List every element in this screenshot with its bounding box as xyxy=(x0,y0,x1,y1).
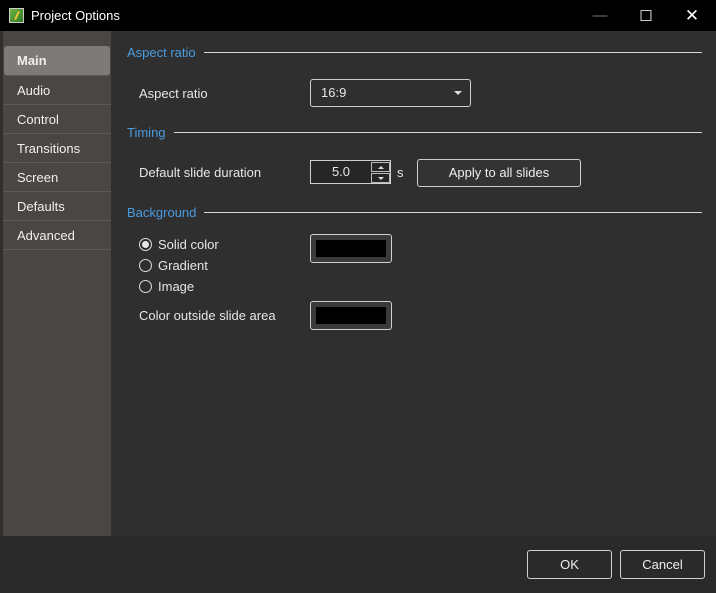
radio-unchecked-icon xyxy=(139,259,152,272)
duration-stepper[interactable]: 5.0 xyxy=(310,160,391,184)
divider xyxy=(204,212,702,213)
sidebar-item-transitions[interactable]: Transitions xyxy=(3,134,111,163)
decrement-button[interactable] xyxy=(371,173,390,183)
radio-label: Solid color xyxy=(158,237,219,252)
arrow-up-icon xyxy=(377,165,384,169)
ok-button[interactable]: OK xyxy=(527,550,612,579)
sidebar: Main Audio Control Transitions Screen De… xyxy=(3,31,111,536)
section-timing: Timing xyxy=(127,125,702,140)
divider xyxy=(203,52,702,53)
radio-unchecked-icon xyxy=(139,280,152,293)
increment-button[interactable] xyxy=(371,162,390,172)
window-title: Project Options xyxy=(31,8,120,23)
duration-unit: s xyxy=(397,165,404,180)
color-fill xyxy=(316,240,386,257)
title-bar: Project Options — ☐ ✕ xyxy=(0,0,716,31)
footer: OK Cancel xyxy=(0,536,716,593)
solid-color-swatch[interactable] xyxy=(310,234,392,263)
color-fill xyxy=(316,307,386,324)
sidebar-item-defaults[interactable]: Defaults xyxy=(3,192,111,221)
cancel-button[interactable]: Cancel xyxy=(620,550,705,579)
duration-label: Default slide duration xyxy=(139,165,262,180)
chevron-down-icon xyxy=(454,91,462,95)
outside-color-swatch[interactable] xyxy=(310,301,392,330)
radio-gradient[interactable]: Gradient xyxy=(139,258,208,273)
aspect-ratio-label: Aspect ratio xyxy=(139,86,208,101)
radio-image[interactable]: Image xyxy=(139,279,194,294)
app-icon xyxy=(9,8,24,23)
arrow-down-icon xyxy=(377,176,384,180)
sidebar-item-audio[interactable]: Audio xyxy=(3,76,111,105)
sidebar-item-main[interactable]: Main xyxy=(4,46,110,76)
outside-color-label: Color outside slide area xyxy=(139,308,276,323)
sidebar-item-screen[interactable]: Screen xyxy=(3,163,111,192)
section-aspect-ratio: Aspect ratio xyxy=(127,45,702,60)
maximize-icon[interactable]: ☐ xyxy=(623,0,669,31)
radio-label: Gradient xyxy=(158,258,208,273)
radio-label: Image xyxy=(158,279,195,294)
section-title: Aspect ratio xyxy=(127,45,196,60)
divider xyxy=(173,132,702,133)
section-title: Background xyxy=(127,205,197,220)
section-background: Background xyxy=(127,205,702,220)
radio-checked-icon xyxy=(139,238,152,251)
apply-to-all-slides-button[interactable]: Apply to all slides xyxy=(417,159,581,187)
aspect-ratio-dropdown[interactable]: 16:9 xyxy=(310,79,471,107)
close-icon[interactable]: ✕ xyxy=(669,0,715,31)
minimize-icon[interactable]: — xyxy=(577,0,623,31)
aspect-ratio-value: 16:9 xyxy=(321,85,347,100)
duration-input[interactable]: 5.0 xyxy=(311,161,371,183)
sidebar-item-advanced[interactable]: Advanced xyxy=(3,221,111,250)
radio-solid-color[interactable]: Solid color xyxy=(139,237,219,252)
section-title: Timing xyxy=(127,125,166,140)
sidebar-item-control[interactable]: Control xyxy=(3,105,111,134)
